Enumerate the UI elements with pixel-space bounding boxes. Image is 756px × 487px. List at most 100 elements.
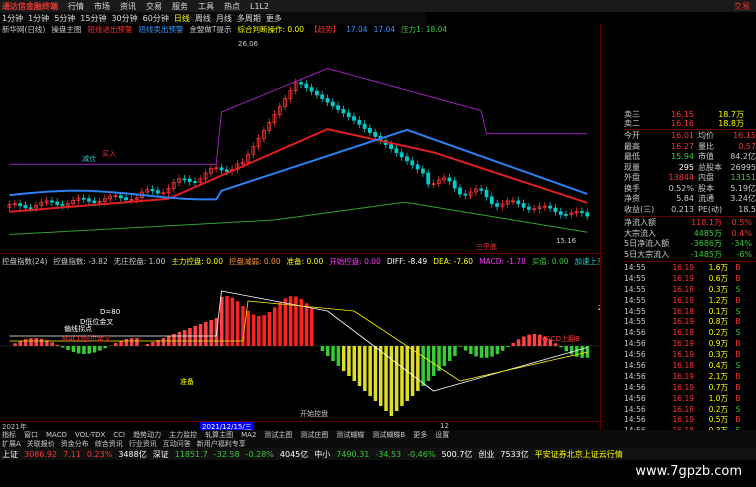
period-daily[interactable]: 日线 (174, 13, 190, 24)
tick-row[interactable]: 14:55 16.18 0.3万 S (624, 285, 756, 296)
ext-tab-5[interactable]: 互动问答 (163, 439, 191, 448)
tick-price: 16.18 (672, 361, 694, 371)
period-5min[interactable]: 5分钟 (54, 13, 75, 24)
tab-6[interactable]: 主力监控 (169, 430, 197, 439)
period-1min-b[interactable]: 1分钟 (28, 13, 49, 24)
menu-item-trade[interactable]: 交易 (146, 1, 162, 12)
macd-bar (87, 346, 91, 354)
tick-time: 14:55 (624, 317, 646, 327)
tick-row[interactable]: 14:55 16.19 1.6万 B (624, 263, 756, 274)
macd-bar (447, 346, 452, 361)
tab-10[interactable]: 测试庄图 (300, 430, 328, 439)
tab-13[interactable]: 更多 (413, 430, 427, 439)
menu-item-hot[interactable]: 热点 (224, 1, 240, 12)
tick-row[interactable]: 14:56 16.19 0.9万 B (624, 339, 756, 350)
stat-key: 收益(三) (624, 204, 655, 214)
flow-value: 4485万 (693, 228, 722, 238)
flow-pct: -6% (736, 249, 752, 259)
tab-0[interactable]: 指标 (2, 430, 16, 439)
tick-row[interactable]: 14:56 16.18 0.4万 S (624, 361, 756, 372)
candle-body (224, 169, 229, 172)
candle-body (527, 206, 531, 210)
tab-9[interactable]: 测试主图 (264, 430, 292, 439)
stat-row: 外盘 13844 内盘 13151 (624, 173, 756, 184)
stat-key: 流通 (698, 194, 714, 203)
flow-value: 118.1万 (691, 218, 722, 227)
tick-price: 16.19 (672, 339, 694, 349)
ext-tab-3[interactable]: 综合资讯 (95, 439, 123, 448)
indicator-tab-bar: 指标 窗口 MACD VOL-TDX CCI 趋势动力 主力监控 轧算主图 MA2 测试主图 测试庄… (0, 430, 756, 439)
tick-row[interactable]: 14:56 16.18 0.2万 S (624, 328, 756, 339)
tab-5[interactable]: 趋势动力 (133, 430, 161, 439)
index-status-bar: 上证 3086.92 7.11 0.23% 3488亿 深证 11851.7 -32.58 -0… (0, 448, 756, 460)
ma-green-line (9, 202, 588, 235)
tick-row[interactable]: 14:56 16.19 0.3万 B (624, 350, 756, 361)
menu-item-l1l2[interactable]: L1L2 (250, 2, 269, 11)
menu-item-market[interactable]: 行情 (68, 1, 84, 12)
tick-row[interactable]: 14:56 16.19 1.0万 B (624, 394, 756, 405)
kline-svg[interactable]: 22.0021.0020.0019.0018.0017.0016.0026.06… (0, 34, 600, 254)
candle-body (564, 214, 568, 216)
ext-tab-1[interactable]: 关联报价 (27, 439, 55, 448)
candle-body (219, 167, 224, 171)
menu-item-tools[interactable]: 工具 (198, 1, 214, 12)
status-item-3: 0.23% (86, 449, 113, 459)
tab-14[interactable]: 设置 (435, 430, 449, 439)
macd-bar (151, 342, 155, 346)
sub-indicator-chart[interactable]: 控盘指数(24) 控盘指数: -3.82 无庄控盘: 1.00 主力控盘: 0.00 控… (0, 256, 600, 421)
stat-key: 最高 (624, 141, 640, 151)
tab-3[interactable]: VOL-TDX (75, 431, 105, 439)
tick-row[interactable]: 14:55 16.18 0.1万 S (624, 307, 756, 318)
macd-bar (251, 314, 256, 346)
tab-7[interactable]: 轧算主图 (205, 430, 233, 439)
macd-bar (124, 339, 129, 346)
sell-3-row: 卖三 16.15 18.7万 (624, 110, 756, 119)
macd-bar (341, 346, 346, 371)
macd-bar (373, 346, 378, 401)
period-1min-a[interactable]: 1分钟 (2, 13, 23, 24)
tick-row[interactable]: 14:56 16.19 2.1万 B (624, 372, 756, 383)
tab-12[interactable]: 测试蝴蝶B (372, 430, 405, 439)
stat-key: 市值 (698, 152, 714, 161)
status-item-11: 7490.31 (336, 449, 370, 459)
trade-button[interactable]: 交易 (734, 1, 750, 12)
macd-bar (61, 346, 65, 348)
menu-item-sector[interactable]: 市场 (94, 1, 110, 12)
ext-tab-4[interactable]: 行业资讯 (129, 439, 157, 448)
status-item-12: -34.53 (375, 449, 402, 459)
tab-2[interactable]: MACD (46, 431, 67, 439)
macd-svg[interactable]: D=80D低位金叉MACD低位金叉偏线拐点MACD上翻B准备开始控盘21.39 (0, 266, 600, 421)
tick-row[interactable]: 14:55 16.19 0.6万 B (624, 274, 756, 285)
ext-tab-2[interactable]: 资金分布 (61, 439, 89, 448)
period-more[interactable]: 更多 (266, 13, 282, 24)
period-30min[interactable]: 30分钟 (111, 13, 137, 24)
menu-item-news[interactable]: 资讯 (120, 1, 136, 12)
tab-4[interactable]: CCI (113, 431, 125, 439)
tick-row[interactable]: 14:56 16.19 0.7万 B (624, 383, 756, 394)
period-monthly[interactable]: 月线 (216, 13, 232, 24)
macd-bar (145, 344, 150, 346)
period-weekly[interactable]: 周线 (195, 13, 211, 24)
period-60min[interactable]: 60分钟 (143, 13, 169, 24)
stat-key: 现量 (624, 162, 640, 172)
tab-11[interactable]: 测试蝴蝶 (336, 430, 364, 439)
period-multi[interactable]: 多周期 (237, 13, 261, 24)
ext-tab-6[interactable]: 新用户福利专享 (197, 439, 246, 448)
menu-item-service[interactable]: 服务 (172, 1, 188, 12)
tick-vol: 0.5万 (708, 415, 728, 425)
tab-1[interactable]: 窗口 (24, 430, 38, 439)
period-15min[interactable]: 15分钟 (80, 13, 106, 24)
macd-bar (463, 346, 468, 351)
tick-row[interactable]: 14:55 16.19 1.2万 B (624, 296, 756, 307)
tick-side: B (735, 415, 741, 425)
title-bar: 通达信金融终端 行情 市场 资讯 交易 服务 工具 热点 L1L2 交易 (0, 0, 756, 12)
tick-row[interactable]: 14:56 16.19 0.5万 B (624, 415, 756, 426)
stat-key: 股本 (698, 183, 714, 193)
stat-value: 5.84 (676, 194, 694, 203)
ext-tab-0[interactable]: 扩展A (2, 439, 21, 448)
candle-body (389, 144, 394, 150)
tab-8[interactable]: MA2 (241, 431, 256, 439)
tick-row[interactable]: 14:56 16.18 0.2万 S (624, 405, 756, 416)
tick-row[interactable]: 14:55 16.19 0.8万 B (624, 317, 756, 328)
main-kline-chart[interactable]: 新华网(日线) 操盘主图 短线进出预警 短线卖出预警 金盟做T提示 综合判断操作: 0.0… (0, 24, 600, 254)
